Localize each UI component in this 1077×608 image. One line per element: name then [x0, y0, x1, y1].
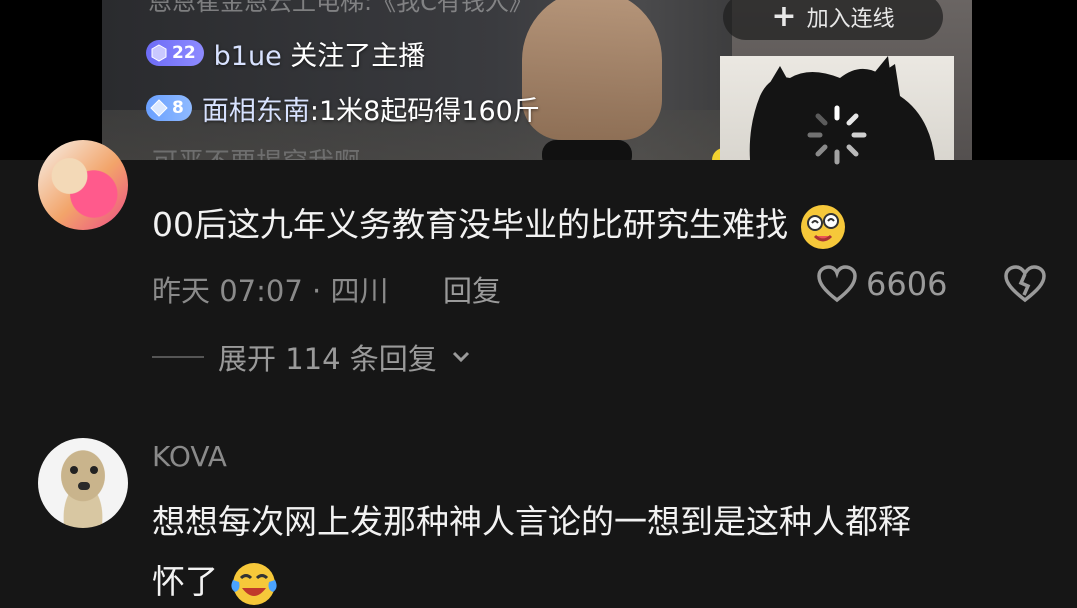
live-chat-message: 22 b1ue 关注了主播: [146, 36, 426, 72]
diamond-icon: [150, 99, 168, 117]
live-chat-user[interactable]: 面相东南: [202, 96, 310, 127]
like-button[interactable]: 6606: [816, 264, 947, 304]
reply-button[interactable]: 回复: [443, 268, 501, 310]
comment-text-line: 怀了: [152, 555, 279, 608]
divider: [152, 356, 204, 358]
join-connection-button[interactable]: + 加入连线: [723, 0, 943, 40]
comment-text: 00后这九年义务教育没毕业的比研究生难找: [152, 198, 847, 251]
like-count: 6606: [866, 265, 948, 303]
level-number: 8: [172, 98, 184, 118]
comment-username[interactable]: KOVA: [152, 440, 227, 473]
comment-text-content: 00后这九年义务教育没毕业的比研究生难找: [152, 205, 788, 244]
plus-icon: +: [771, 0, 797, 34]
live-chat-previous-line: 恩恩崔金恩云上电梯:《我C有钱人》: [148, 0, 533, 16]
expand-replies-label: 展开 114 条回复: [218, 342, 437, 376]
broken-heart-icon[interactable]: [1002, 264, 1048, 304]
comment-text-line: 想想每次网上发那种神人言论的一想到是这种人都释: [152, 502, 911, 541]
dizzy-face-emoji-icon: [800, 204, 845, 249]
heart-outline-icon: [817, 265, 857, 303]
comment-username[interactable]: 可恶不要揭穿我啊: [152, 140, 360, 160]
live-chat-user[interactable]: b1ue: [214, 41, 282, 72]
crying-laughing-emoji-icon: [230, 562, 277, 605]
comment-text-content: 怀了: [152, 562, 218, 601]
comment-timestamp-location: 昨天 07:07 · 四川: [152, 274, 389, 308]
live-chat-message: 8 面相东南:1米8起码得160斤: [146, 91, 540, 127]
expand-replies-button[interactable]: 展开 114 条回复: [152, 336, 471, 378]
join-button-label: 加入连线: [806, 7, 895, 32]
chevron-down-icon: [452, 351, 469, 363]
user-level-badge: 22: [146, 40, 204, 66]
gem-icon: [151, 44, 167, 62]
level-number: 22: [172, 43, 196, 63]
live-chat-text: :1米8起码得160斤: [309, 95, 540, 127]
avatar[interactable]: [38, 438, 128, 528]
user-level-badge: 8: [146, 95, 192, 121]
loading-spinner-icon: [807, 105, 867, 165]
live-chat-text: 关注了主播: [281, 40, 426, 72]
avatar[interactable]: [38, 140, 128, 230]
